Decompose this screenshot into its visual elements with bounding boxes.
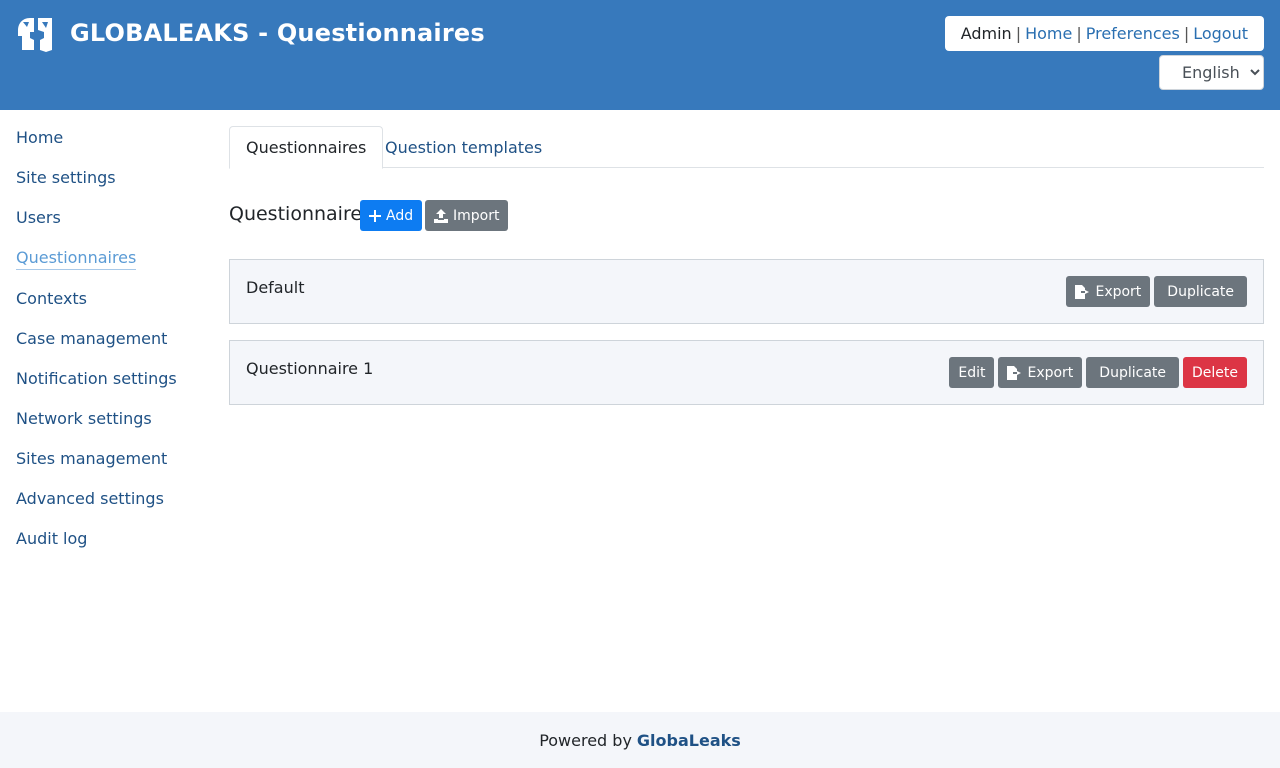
plus-icon [369,209,381,222]
file-export-icon [1007,365,1022,380]
export-label: Export [1027,364,1074,381]
sidebar-item-audit-log[interactable]: Audit log [16,529,87,548]
questionnaire-name: Default [246,278,305,297]
user-role: Admin [960,24,1012,43]
globaleaks-link[interactable]: GlobaLeaks [637,731,741,750]
export-label: Export [1095,283,1142,300]
top-header: GLOBALEAKS - Questionnaires Admin | Home… [0,0,1280,110]
questionnaire-name: Questionnaire 1 [246,359,374,378]
duplicate-button[interactable]: Duplicate [1154,276,1247,307]
card-actions: Export Duplicate [1066,276,1247,307]
sidebar-item-contexts[interactable]: Contexts [16,289,87,308]
globaleaks-logo-icon [18,18,52,52]
upload-icon [434,208,448,223]
import-label: Import [453,207,500,224]
sidebar-item-site-settings[interactable]: Site settings [16,168,116,187]
export-button[interactable]: Export [1066,276,1151,307]
powered-by-text: Powered by [539,730,632,750]
user-menu: Admin | Home | Preferences | Logout [944,16,1264,51]
export-button[interactable]: Export [998,357,1083,388]
import-questionnaire-button[interactable]: Import [425,200,509,231]
footer: Powered by GlobaLeaks [0,712,1280,768]
language-select[interactable]: English [1159,55,1264,90]
edit-button[interactable]: Edit [949,357,995,388]
add-questionnaire-button[interactable]: Add [360,200,423,231]
duplicate-button[interactable]: Duplicate [1086,357,1179,388]
sidebar-item-advanced-settings[interactable]: Advanced settings [16,489,164,508]
tab-questionnaires[interactable]: Questionnaires [229,126,384,169]
sidebar-item-notification-settings[interactable]: Notification settings [16,369,177,388]
home-link[interactable]: Home [1025,24,1072,43]
sidebar-item-network-settings[interactable]: Network settings [16,409,152,428]
card-actions: Edit Export Duplicate Delete [949,357,1247,388]
preferences-link[interactable]: Preferences [1086,24,1180,43]
section-title: Questionnaires [229,203,372,225]
sidebar-item-sites-management[interactable]: Sites management [16,449,167,468]
sidebar-item-home[interactable]: Home [16,128,63,147]
delete-button[interactable]: Delete [1183,357,1247,388]
questionnaire-card: Questionnaire 1 Edit Export Duplicate De… [229,340,1264,405]
file-export-icon [1075,284,1090,299]
tab-question-templates[interactable]: Question templates [369,126,558,168]
separator: | [1076,24,1082,43]
sidebar-item-case-management[interactable]: Case management [16,329,167,348]
questionnaire-card: Default Export Duplicate [229,259,1264,324]
logout-link[interactable]: Logout [1193,24,1248,43]
sidebar-item-questionnaires[interactable]: Questionnaires [16,248,137,270]
separator: | [1183,24,1190,43]
tab-bar: Questionnaires Question templates [229,126,1264,169]
add-label: Add [386,207,414,224]
page-title: GLOBALEAKS - Questionnaires [70,19,485,47]
sidebar-item-users[interactable]: Users [16,208,61,227]
separator: | [1015,24,1022,43]
